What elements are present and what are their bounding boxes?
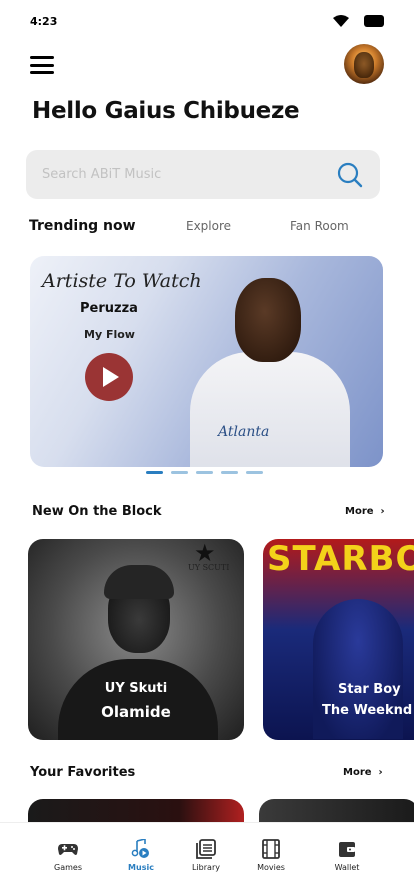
section-title-favorites: Your Favorites — [30, 765, 136, 780]
album-cover-image — [58, 659, 218, 740]
nav-item-games[interactable]: Games — [33, 823, 103, 883]
nav-label: Wallet — [334, 863, 360, 872]
wifi-icon — [333, 15, 349, 27]
banner-shirt-text: Atlanta — [218, 424, 270, 440]
tab-trending-now[interactable]: Trending now — [29, 218, 136, 234]
library-icon — [196, 839, 216, 859]
nav-label: Music — [128, 863, 154, 872]
carousel-dot[interactable] — [246, 471, 263, 474]
nav-item-wallet[interactable]: Wallet — [312, 823, 382, 883]
album-title: Star Boy — [338, 682, 401, 697]
search-icon[interactable] — [336, 161, 364, 189]
banner-artist-head — [235, 278, 301, 362]
battery-icon — [364, 15, 384, 27]
avatar[interactable] — [344, 44, 384, 84]
tab-explore[interactable]: Explore — [186, 219, 231, 233]
nav-item-movies[interactable]: Movies — [236, 823, 306, 883]
banner-tagline: Artiste To Watch — [42, 270, 202, 292]
carousel-dot[interactable] — [196, 471, 213, 474]
more-link-new-on-block[interactable]: More › — [345, 506, 385, 517]
nav-item-music[interactable]: Music — [106, 823, 176, 883]
chevron-right-icon: › — [377, 506, 385, 517]
status-time: 4:23 — [30, 15, 58, 28]
status-bar: 4:23 — [0, 0, 414, 44]
nav-label: Games — [54, 863, 82, 872]
carousel-dot[interactable] — [171, 471, 188, 474]
banner-artist-image — [190, 352, 350, 467]
bottom-nav: Games Music Library Movies Wallet — [0, 822, 414, 896]
album-artist: Olamide — [101, 703, 171, 721]
search-input[interactable] — [42, 150, 322, 199]
banner-artist-name: Peruzza — [80, 301, 138, 316]
nav-label: Movies — [257, 863, 285, 872]
search-bar — [26, 150, 380, 199]
banner-song-title: My Flow — [84, 328, 135, 341]
nav-label: Library — [192, 863, 220, 872]
menu-icon[interactable] — [30, 56, 54, 74]
wallet-icon — [339, 842, 355, 857]
album-title: UY Skuti — [104, 681, 168, 696]
album-cover-hat — [104, 565, 174, 599]
featured-banner[interactable]: Atlanta Artiste To Watch Peruzza My Flow — [30, 256, 383, 467]
carousel-dot[interactable] — [146, 471, 163, 474]
more-label: More — [345, 506, 374, 517]
chevron-right-icon: › — [375, 767, 383, 778]
more-label: More — [343, 767, 372, 778]
carousel-indicator — [146, 471, 263, 474]
more-link-favorites[interactable]: More › — [343, 767, 383, 778]
album-card-uy-skuti[interactable]: ★ UY SCUTI UY Skuti Olamide — [28, 539, 244, 740]
film-icon — [262, 839, 280, 859]
nav-item-library[interactable]: Library — [171, 823, 241, 883]
album-artist: The Weeknd — [322, 703, 413, 718]
section-title-new-on-block: New On the Block — [32, 504, 162, 519]
album-card-star-boy[interactable]: STARBO Star Boy The Weeknd — [263, 539, 414, 740]
tab-fan-room[interactable]: Fan Room — [290, 219, 349, 233]
album-cover-text: UY SCUTI — [188, 563, 230, 572]
gamepad-icon — [58, 844, 78, 855]
play-button[interactable] — [85, 353, 133, 401]
greeting-title: Hello Gaius Chibueze — [32, 98, 300, 124]
album-cover-text: STARBO — [267, 539, 414, 579]
album-cover-image — [313, 599, 403, 739]
carousel-dot[interactable] — [221, 471, 238, 474]
music-icon — [131, 839, 149, 858]
